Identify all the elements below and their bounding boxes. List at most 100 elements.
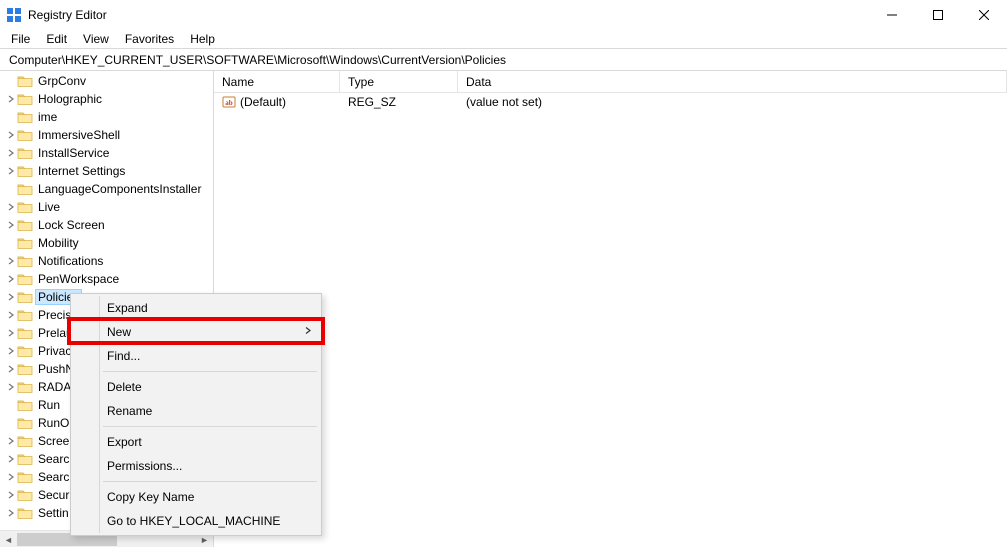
column-header-type[interactable]: Type — [340, 71, 458, 92]
context-menu-item-label: Go to HKEY_LOCAL_MACHINE — [107, 514, 280, 528]
expand-icon[interactable] — [6, 94, 16, 104]
values-body[interactable]: ab(Default)REG_SZ(value not set) — [214, 93, 1007, 547]
expand-icon[interactable] — [6, 130, 16, 140]
tree-item-holographic[interactable]: Holographic — [0, 90, 213, 108]
context-menu-go-to-hkey-local-machine[interactable]: Go to HKEY_LOCAL_MACHINE — [73, 509, 319, 533]
values-header: Name Type Data — [214, 71, 1007, 93]
expand-icon[interactable] — [6, 274, 16, 284]
minimize-button[interactable] — [869, 0, 915, 30]
context-menu-item-label: New — [107, 325, 131, 339]
expand-icon[interactable] — [6, 508, 16, 518]
folder-icon — [17, 290, 33, 304]
context-menu-item-label: Expand — [107, 301, 148, 315]
value-type: REG_SZ — [340, 95, 458, 109]
value-name: (Default) — [240, 95, 286, 109]
context-menu-item-label: Permissions... — [107, 459, 182, 473]
expand-icon[interactable] — [6, 454, 16, 464]
folder-icon — [17, 506, 33, 520]
tree-item-label: Internet Settings — [36, 164, 127, 178]
tree-item-live[interactable]: Live — [0, 198, 213, 216]
folder-icon — [17, 344, 33, 358]
folder-icon — [17, 416, 33, 430]
tree-item-label: Notifications — [36, 254, 105, 268]
tree-item-label: Prelau — [36, 326, 75, 340]
menu-bar: File Edit View Favorites Help — [0, 30, 1007, 49]
tree-item-label: ime — [36, 110, 59, 124]
tree-item-label: InstallService — [36, 146, 111, 160]
scroll-left-button[interactable]: ◄ — [0, 531, 17, 547]
title-bar: Registry Editor — [0, 0, 1007, 30]
close-button[interactable] — [961, 0, 1007, 30]
folder-icon — [17, 488, 33, 502]
maximize-button[interactable] — [915, 0, 961, 30]
tree-item-immersiveshell[interactable]: ImmersiveShell — [0, 126, 213, 144]
context-menu-item-label: Copy Key Name — [107, 490, 194, 504]
menu-favorites[interactable]: Favorites — [118, 31, 181, 47]
column-header-name[interactable]: Name — [214, 71, 340, 92]
tree-item-languagecomponentsinstaller[interactable]: LanguageComponentsInstaller — [0, 180, 213, 198]
folder-icon — [17, 128, 33, 142]
context-menu-separator — [103, 426, 317, 427]
folder-icon — [17, 326, 33, 340]
expand-icon[interactable] — [6, 148, 16, 158]
tree-item-installservice[interactable]: InstallService — [0, 144, 213, 162]
expand-icon[interactable] — [6, 292, 16, 302]
menu-edit[interactable]: Edit — [39, 31, 74, 47]
context-menu-copy-key-name[interactable]: Copy Key Name — [73, 485, 319, 509]
folder-icon — [17, 164, 33, 178]
menu-view[interactable]: View — [76, 31, 116, 47]
tree-item-grpconv[interactable]: GrpConv — [0, 72, 213, 90]
tree-item-label: Precis — [36, 308, 73, 322]
folder-icon — [17, 146, 33, 160]
folder-icon — [17, 200, 33, 214]
context-menu-rename[interactable]: Rename — [73, 399, 319, 423]
tree-item-label: Searc — [36, 452, 71, 466]
column-header-data[interactable]: Data — [458, 71, 1007, 92]
context-menu-export[interactable]: Export — [73, 430, 319, 454]
window-title: Registry Editor — [28, 8, 107, 22]
expand-icon[interactable] — [6, 202, 16, 212]
context-menu-item-label: Export — [107, 435, 142, 449]
expand-icon[interactable] — [6, 256, 16, 266]
tree-item-label: Mobility — [36, 236, 81, 250]
expand-icon[interactable] — [6, 436, 16, 446]
tree-item-label: ImmersiveShell — [36, 128, 122, 142]
tree-item-label: Secur — [36, 488, 71, 502]
expand-icon[interactable] — [6, 220, 16, 230]
tree-item-label: Privac — [36, 344, 73, 358]
tree-item-ime[interactable]: ime — [0, 108, 213, 126]
tree-item-notifications[interactable]: Notifications — [0, 252, 213, 270]
window-controls — [869, 0, 1007, 30]
context-menu-new[interactable]: New — [73, 320, 319, 344]
tree-item-mobility[interactable]: Mobility — [0, 234, 213, 252]
context-menu-find[interactable]: Find... — [73, 344, 319, 368]
expand-icon[interactable] — [6, 328, 16, 338]
tree-item-penworkspace[interactable]: PenWorkspace — [0, 270, 213, 288]
folder-icon — [17, 218, 33, 232]
expand-icon[interactable] — [6, 166, 16, 176]
context-menu-permissions[interactable]: Permissions... — [73, 454, 319, 478]
value-row[interactable]: ab(Default)REG_SZ(value not set) — [214, 93, 1007, 111]
expand-icon[interactable] — [6, 490, 16, 500]
folder-icon — [17, 362, 33, 376]
expand-icon[interactable] — [6, 472, 16, 482]
menu-file[interactable]: File — [4, 31, 37, 47]
tree-item-internet-settings[interactable]: Internet Settings — [0, 162, 213, 180]
expand-icon[interactable] — [6, 364, 16, 374]
expand-icon[interactable] — [6, 310, 16, 320]
address-input[interactable] — [6, 51, 1001, 69]
context-menu-expand[interactable]: Expand — [73, 296, 319, 320]
values-pane: Name Type Data ab(Default)REG_SZ(value n… — [214, 71, 1007, 547]
folder-icon — [17, 236, 33, 250]
context-menu-item-label: Find... — [107, 349, 140, 363]
folder-icon — [17, 452, 33, 466]
expand-icon[interactable] — [6, 382, 16, 392]
context-menu-delete[interactable]: Delete — [73, 375, 319, 399]
folder-icon — [17, 308, 33, 322]
expand-icon[interactable] — [6, 346, 16, 356]
context-menu-item-label: Rename — [107, 404, 152, 418]
submenu-arrow-icon — [305, 327, 311, 338]
menu-help[interactable]: Help — [183, 31, 222, 47]
tree-item-lock-screen[interactable]: Lock Screen — [0, 216, 213, 234]
folder-icon — [17, 254, 33, 268]
